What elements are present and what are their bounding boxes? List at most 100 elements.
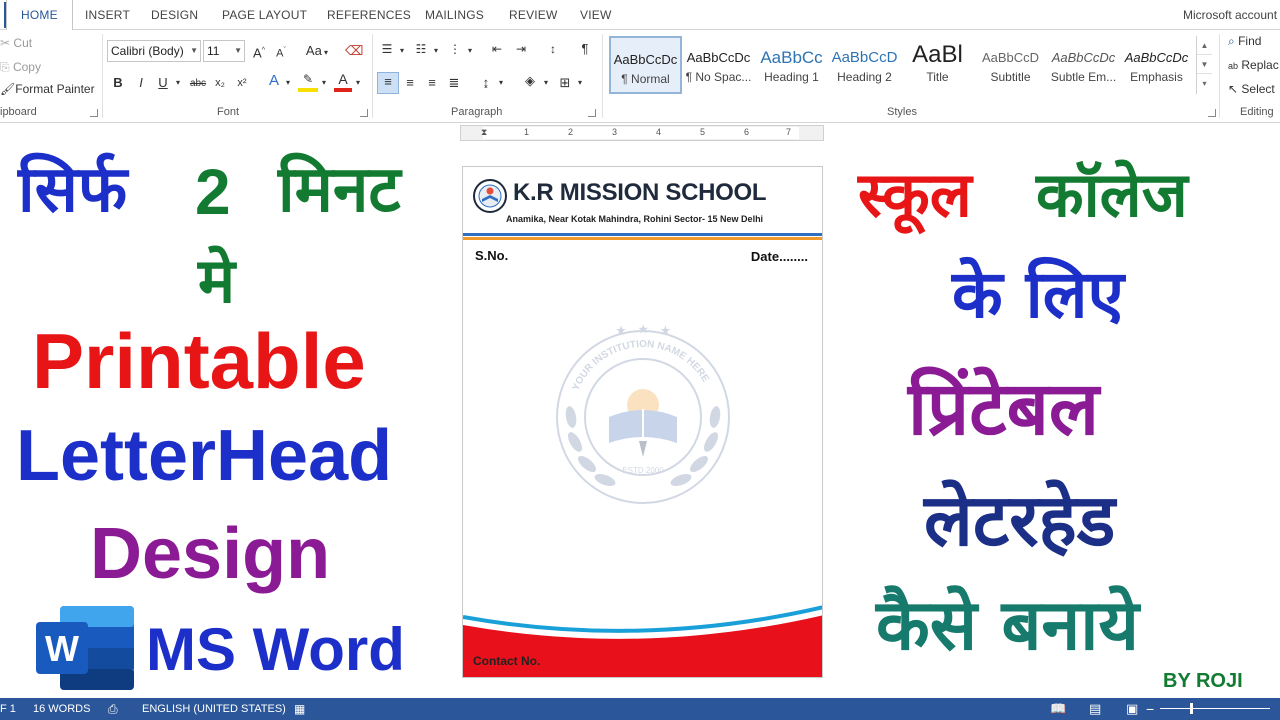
- style-no-spacing[interactable]: AaBbCcDc ¶ No Spac...: [682, 36, 755, 94]
- chevron-down-icon[interactable]: ▾: [466, 42, 474, 60]
- italic-button[interactable]: I: [133, 74, 149, 92]
- svg-text:W: W: [45, 628, 79, 669]
- show-formatting-icon[interactable]: ¶: [576, 40, 594, 58]
- replace-button[interactable]: ab Replac: [1228, 58, 1279, 72]
- styles-gallery-scroll[interactable]: ▲ ▼ ▾: [1196, 36, 1212, 94]
- decrease-indent-icon[interactable]: ⇤: [488, 40, 506, 58]
- multilevel-list-icon[interactable]: ⋮: [446, 40, 464, 58]
- style-sample: AaBbCcDc: [1051, 50, 1116, 65]
- right-heading-how-to-make: कैसे बनाये: [876, 584, 1139, 666]
- style-sample: AaBbCcDc: [686, 50, 751, 65]
- shading-icon[interactable]: ◈: [520, 72, 540, 90]
- grow-font-button[interactable]: A^: [251, 42, 267, 62]
- chevron-down-icon[interactable]: ▾: [542, 74, 550, 92]
- font-color-button[interactable]: A: [334, 70, 352, 92]
- superscript-button[interactable]: x²: [234, 74, 250, 92]
- right-heading-for: के लिए: [952, 256, 1125, 333]
- macro-icon[interactable]: ▦: [294, 698, 305, 720]
- highlight-color-button[interactable]: ✎: [298, 70, 318, 92]
- chevron-down-icon[interactable]: ▾: [398, 42, 406, 60]
- align-center-icon[interactable]: ≡: [401, 74, 419, 92]
- style-heading-2[interactable]: AaBbCcD Heading 2: [828, 36, 901, 94]
- chevron-down-icon[interactable]: ▾: [284, 74, 292, 92]
- chevron-down-icon[interactable]: ▾: [432, 42, 440, 60]
- font-name-combo[interactable]: Calibri (Body) ▼: [107, 40, 201, 62]
- chevron-down-icon[interactable]: ▼: [1197, 55, 1212, 74]
- align-left-icon[interactable]: ≡: [377, 72, 399, 94]
- cut-button[interactable]: ✂ Cut: [0, 36, 32, 50]
- tab-mailings[interactable]: MAILINGS: [425, 0, 484, 30]
- tab-home[interactable]: HOME: [4, 0, 73, 31]
- chevron-down-icon[interactable]: ▾: [320, 74, 328, 92]
- author-credit: BY ROJI: [1163, 670, 1243, 692]
- shrink-font-button[interactable]: Aˇ: [273, 42, 289, 63]
- style-subtle-emphasis[interactable]: AaBbCcDc Subtle Em...: [1047, 36, 1120, 94]
- line-spacing-icon[interactable]: ↨: [477, 74, 495, 92]
- left-heading-design: Design: [90, 514, 331, 594]
- font-size-combo[interactable]: 11 ▼: [203, 40, 245, 62]
- tab-page-layout[interactable]: PAGE LAYOUT: [222, 0, 307, 30]
- brush-icon: 🖌: [0, 82, 16, 96]
- justify-icon[interactable]: ≣: [445, 74, 463, 92]
- word-count[interactable]: 16 WORDS: [33, 698, 90, 720]
- zoom-slider[interactable]: [1160, 708, 1270, 709]
- align-right-icon[interactable]: ≡: [423, 74, 441, 92]
- format-painter-button[interactable]: 🖌Format Painter: [0, 82, 95, 96]
- status-bar: F 1 16 WORDS ⎙ ENGLISH (UNITED STATES) ▦…: [0, 698, 1280, 720]
- zoom-out-icon[interactable]: −: [1146, 698, 1154, 720]
- style-title[interactable]: AaBl Title: [901, 36, 974, 94]
- strikethrough-button[interactable]: abc: [188, 75, 208, 93]
- sort-icon[interactable]: ↕: [544, 40, 562, 58]
- styles-launcher-icon[interactable]: [1208, 109, 1216, 117]
- style-emphasis[interactable]: AaBbCcDc Emphasis: [1120, 36, 1193, 94]
- ruler-indent-marker[interactable]: ⧗: [481, 127, 487, 138]
- increase-indent-icon[interactable]: ⇥: [512, 40, 530, 58]
- horizontal-ruler[interactable]: ⧗ 1 2 3 4 5 6 7: [460, 125, 824, 141]
- document-page[interactable]: K.R MISSION SCHOOL Anamika, Near Kotak M…: [462, 166, 823, 678]
- read-mode-icon[interactable]: 📖: [1050, 698, 1066, 720]
- chevron-up-icon[interactable]: ▲: [1197, 36, 1212, 55]
- find-button[interactable]: ⌕ Find: [1228, 34, 1261, 49]
- proofing-icon[interactable]: ⎙: [108, 698, 118, 720]
- tab-view[interactable]: VIEW: [580, 0, 611, 30]
- account-link[interactable]: Microsoft account: [1183, 0, 1280, 30]
- chevron-down-icon[interactable]: ▾: [173, 74, 183, 92]
- select-button[interactable]: ↖ Select: [1228, 82, 1275, 96]
- style-subtitle[interactable]: AaBbCcD Subtitle: [974, 36, 1047, 94]
- chevron-down-icon[interactable]: ▾: [497, 74, 505, 92]
- clipboard-launcher-icon[interactable]: [90, 109, 98, 117]
- zoom-slider-handle[interactable]: [1190, 703, 1193, 714]
- font-launcher-icon[interactable]: [360, 109, 368, 117]
- tab-design[interactable]: DESIGN: [151, 0, 198, 30]
- clear-formatting-icon[interactable]: ⌫: [345, 42, 363, 60]
- subscript-button[interactable]: x₂: [212, 74, 228, 92]
- more-styles-icon[interactable]: ▾: [1197, 74, 1212, 93]
- tab-references[interactable]: REFERENCES: [327, 0, 411, 30]
- ruler-tick-label: 2: [568, 127, 574, 137]
- search-icon: ⌕: [1228, 34, 1235, 48]
- page-indicator[interactable]: F 1: [0, 698, 16, 720]
- numbering-icon[interactable]: ☷: [412, 40, 430, 58]
- style-heading-1[interactable]: AaBbCc Heading 1: [755, 36, 828, 94]
- underline-button[interactable]: U: [155, 74, 171, 92]
- tab-insert[interactable]: INSERT: [85, 0, 130, 30]
- ruler-tick-label: 6: [744, 127, 750, 137]
- text-effects-button[interactable]: A: [265, 72, 283, 90]
- bullets-icon[interactable]: ☰: [378, 40, 396, 58]
- chevron-down-icon[interactable]: ▾: [354, 74, 362, 92]
- style-normal[interactable]: AaBbCcDc ¶ Normal: [609, 36, 682, 94]
- borders-icon[interactable]: ⊞: [556, 74, 574, 92]
- contact-number-label: Contact No.: [473, 654, 541, 668]
- tab-review[interactable]: REVIEW: [509, 0, 558, 30]
- bold-button[interactable]: B: [110, 74, 126, 92]
- style-name: Emphasis: [1130, 70, 1183, 84]
- chevron-down-icon[interactable]: ▾: [576, 74, 584, 92]
- style-name: Heading 2: [837, 70, 892, 84]
- style-sample: AaBbCcD: [831, 49, 898, 66]
- language-indicator[interactable]: ENGLISH (UNITED STATES): [142, 698, 286, 720]
- print-layout-icon[interactable]: ▤: [1089, 698, 1101, 720]
- change-case-button[interactable]: Aa ▾: [302, 42, 332, 62]
- copy-button[interactable]: ⎘ Copy: [0, 60, 41, 75]
- paragraph-launcher-icon[interactable]: [588, 109, 596, 117]
- web-layout-icon[interactable]: ▣: [1126, 698, 1138, 720]
